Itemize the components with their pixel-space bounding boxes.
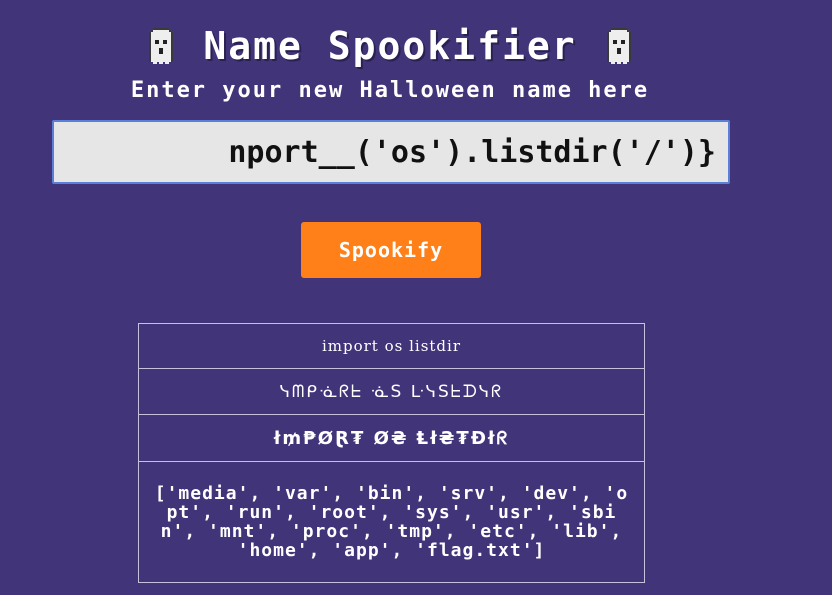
- table-row: ['media', 'var', 'bin', 'srv', 'dev', 'o…: [138, 461, 645, 583]
- ghost-icon: [149, 28, 174, 64]
- table-row: ł₥₱ØⱤ₮ Ø₴ Ⱡł₴₮Đłᖇ: [138, 414, 645, 462]
- title-row: Name Spookifier: [0, 18, 780, 74]
- page-subtitle: Enter your new Halloween name here: [130, 78, 650, 103]
- result-font-3: ł₥₱ØⱤ₮ Ø₴ Ⱡł₴₮Đłᖇ: [138, 414, 645, 462]
- halloween-name-input[interactable]: [52, 120, 730, 184]
- table-row: ᓭᗰᑭᓍᖇᖶ ᓍS ᒷᓭSᖶᗪᓭᖇ: [138, 368, 645, 415]
- result-font-4: ['media', 'var', 'bin', 'srv', 'dev', 'o…: [138, 461, 645, 583]
- result-font-1: import os listdir: [138, 323, 645, 369]
- result-font-2: ᓭᗰᑭᓍᖇᖶ ᓍS ᒷᓭSᖶᗪᓭᖇ: [138, 368, 645, 415]
- page-title: Name Spookifier: [203, 24, 577, 68]
- spookify-button[interactable]: Spookify: [301, 222, 481, 278]
- results-table: import os listdir ᓭᗰᑭᓍᖇᖶ ᓍS ᒷᓭSᖶᗪᓭᖇ ł₥₱Ø…: [138, 323, 645, 583]
- table-row: import os listdir: [138, 323, 645, 369]
- ghost-icon: [606, 28, 631, 64]
- page-header: Name Spookifier Enter your new Halloween…: [0, 18, 780, 103]
